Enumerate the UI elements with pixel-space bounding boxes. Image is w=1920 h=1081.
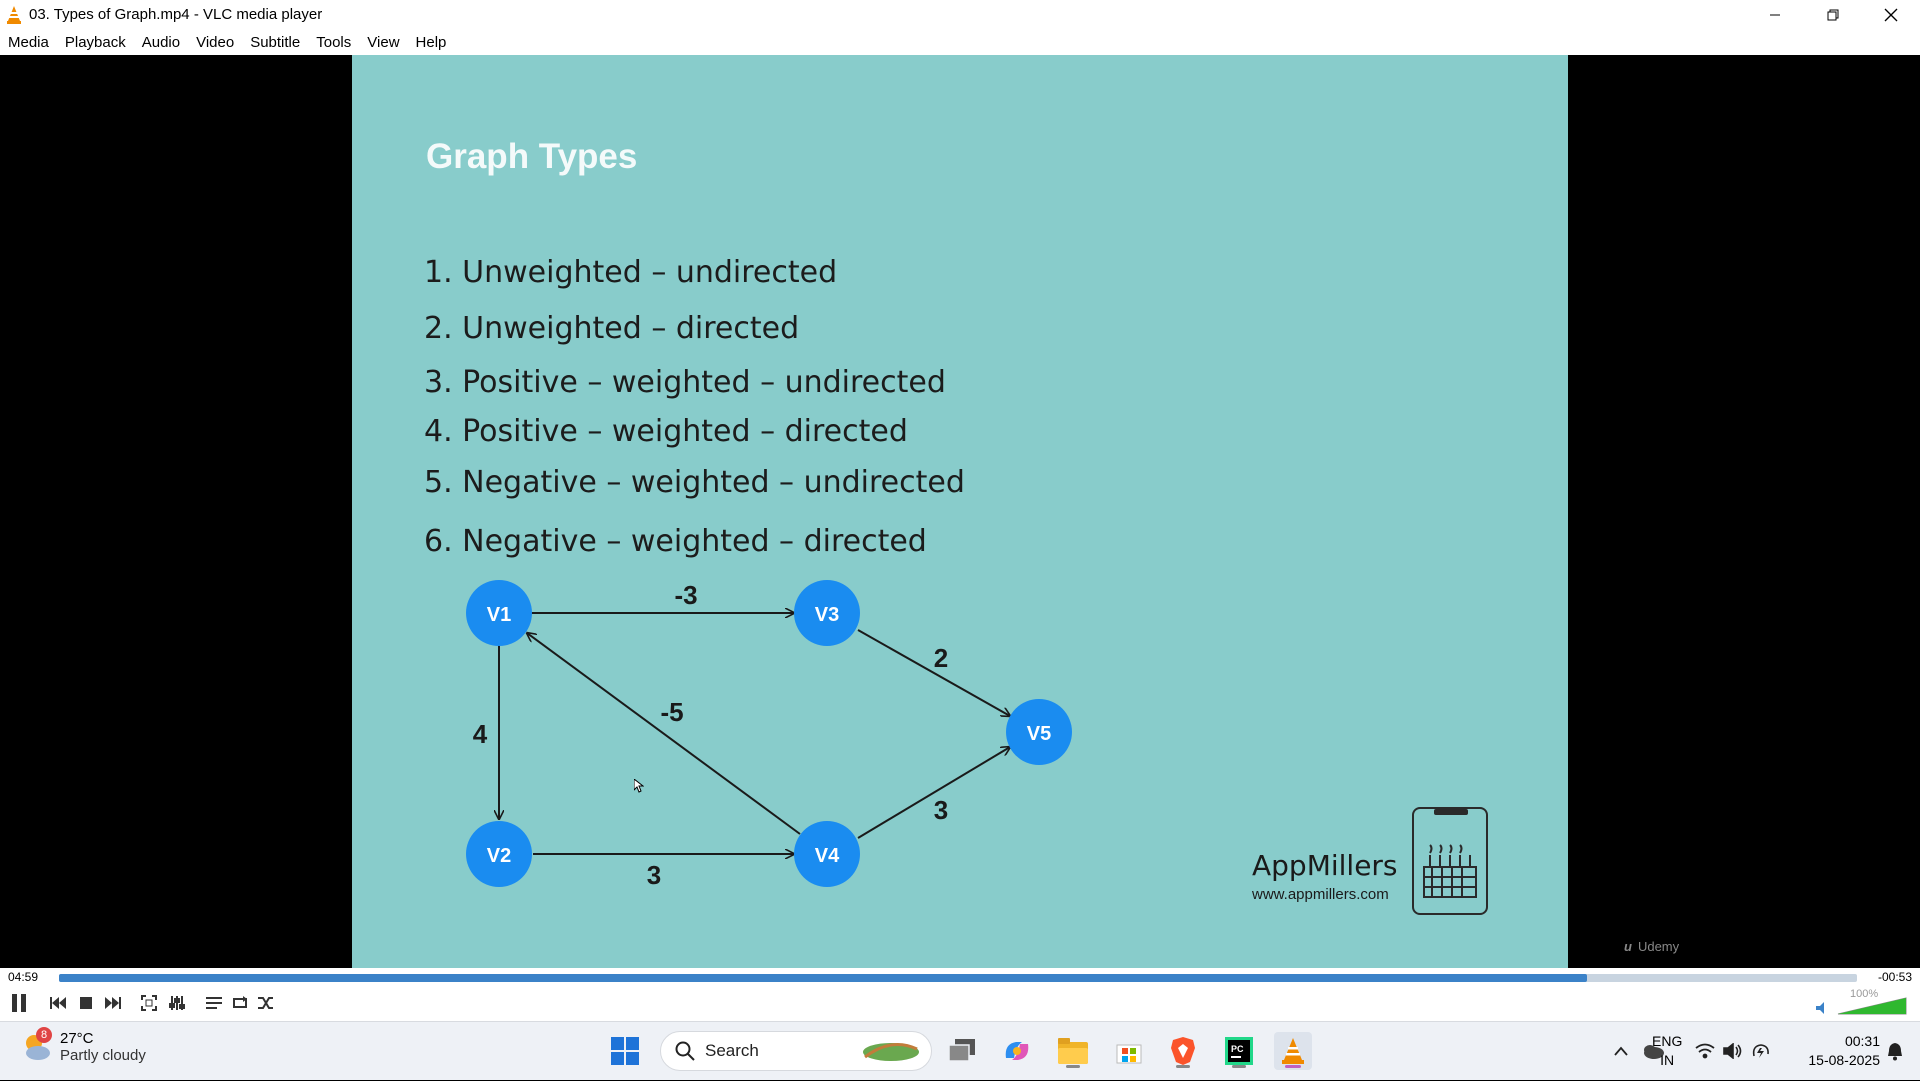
edge-v4-v1	[527, 633, 801, 835]
temperature: 27°C	[60, 1030, 94, 1047]
edge-weight-label: -5	[660, 697, 683, 727]
restore-button[interactable]	[1804, 0, 1862, 29]
title-bar: 03. Types of Graph.mp4 - VLC media playe…	[0, 0, 1920, 29]
extended-settings-button[interactable]	[166, 992, 188, 1014]
playlist-button[interactable]	[203, 992, 225, 1014]
video-canvas[interactable]: Graph Types 1. Unweighted – undirected 2…	[0, 55, 1920, 968]
controls-bar: 100%	[0, 986, 1920, 1021]
taskbar-search[interactable]: Search	[660, 1031, 932, 1071]
menu-tools[interactable]: Tools	[316, 34, 351, 51]
edge-weight-label: 4	[473, 719, 488, 749]
show-hidden-icons-chevron-icon[interactable]	[1610, 1032, 1632, 1070]
window-title: 03. Types of Graph.mp4 - VLC media playe…	[29, 6, 323, 23]
notification-bell-icon[interactable]	[1882, 1032, 1908, 1070]
file-explorer-icon[interactable]	[1054, 1032, 1092, 1070]
stop-button[interactable]	[75, 992, 97, 1014]
seek-row: 04:59 -00:53	[0, 968, 1920, 986]
search-icon	[675, 1041, 695, 1061]
edge-weight-label: -3	[674, 580, 697, 610]
brand-url: www.appmillers.com	[1252, 886, 1389, 903]
brave-browser-icon[interactable]	[1164, 1032, 1202, 1070]
next-button[interactable]	[101, 992, 123, 1014]
node-label: V2	[487, 845, 511, 867]
menu-bar: Media Playback Audio Video Subtitle Tool…	[0, 29, 1920, 55]
node-label: V5	[1027, 723, 1051, 745]
clock[interactable]: 00:31 15-08-2025	[1780, 1032, 1880, 1070]
mouse-cursor-icon	[633, 777, 645, 798]
node-label: V3	[815, 604, 839, 626]
input-language[interactable]: ENG IN	[1652, 1032, 1682, 1070]
previous-button[interactable]	[48, 992, 70, 1014]
menu-media[interactable]: Media	[8, 34, 49, 51]
svg-text:PC: PC	[1231, 1044, 1244, 1054]
seek-progress	[59, 974, 1588, 982]
pycharm-icon[interactable]: PC	[1220, 1032, 1258, 1070]
task-view-icon[interactable]	[944, 1032, 982, 1070]
clock-time: 00:31	[1844, 1033, 1880, 1049]
appmillers-logo-icon	[1412, 807, 1488, 915]
weather-condition: Partly cloudy	[60, 1047, 146, 1064]
volume-slider[interactable]: 100%	[1814, 988, 1912, 1016]
search-highlight-icon	[863, 1043, 919, 1061]
shuffle-button[interactable]	[255, 992, 277, 1014]
clock-date: 15-08-2025	[1808, 1052, 1880, 1068]
close-button[interactable]	[1862, 0, 1920, 29]
microsoft-store-icon[interactable]	[1110, 1032, 1148, 1070]
edge-weight-label: 3	[934, 795, 948, 825]
node-label: V4	[815, 845, 840, 867]
vlc-taskbar-icon[interactable]	[1274, 1032, 1312, 1070]
udemy-watermark: u Udemy	[1624, 939, 1680, 954]
speaker-icon	[1816, 1002, 1824, 1014]
menu-view[interactable]: View	[367, 34, 399, 51]
weather-badge: 8	[36, 1027, 52, 1043]
pause-button[interactable]	[7, 991, 31, 1015]
weather-widget[interactable]: 8 27°C Partly cloudy	[20, 1027, 146, 1064]
brand-name: AppMillers	[1252, 849, 1398, 882]
brand-block: AppMillers www.appmillers.com	[1252, 849, 1398, 903]
volume-icon[interactable]	[1722, 1032, 1744, 1070]
slide: Graph Types 1. Unweighted – undirected 2…	[352, 55, 1568, 968]
wifi-icon[interactable]	[1694, 1032, 1716, 1070]
seek-slider[interactable]	[59, 974, 1857, 982]
menu-audio[interactable]: Audio	[142, 34, 180, 51]
search-label: Search	[705, 1041, 759, 1060]
battery-charging-icon[interactable]	[1750, 1032, 1772, 1070]
loop-button[interactable]	[229, 992, 251, 1014]
menu-playback[interactable]: Playback	[65, 34, 126, 51]
minimize-button[interactable]	[1746, 0, 1804, 29]
remaining-time[interactable]: -00:53	[1878, 970, 1912, 984]
copilot-icon[interactable]	[998, 1032, 1036, 1070]
windows-taskbar: 8 27°C Partly cloudy Search PC ENG IN 00…	[0, 1021, 1920, 1080]
elapsed-time: 04:59	[8, 970, 39, 984]
fullscreen-button[interactable]	[138, 992, 160, 1014]
menu-video[interactable]: Video	[196, 34, 234, 51]
partly-cloudy-icon: 8	[20, 1027, 52, 1063]
windows-start-icon[interactable]	[606, 1032, 644, 1070]
edge-weight-label: 2	[934, 643, 948, 673]
graph-diagram: -3 4 -5 3 2 3 V1 V2 V3 V4 V5	[466, 580, 1072, 890]
edge-weight-label: 3	[647, 860, 661, 890]
node-label: V1	[487, 604, 511, 626]
menu-help[interactable]: Help	[416, 34, 447, 51]
vlc-cone-icon	[5, 5, 23, 24]
menu-subtitle[interactable]: Subtitle	[250, 34, 300, 51]
